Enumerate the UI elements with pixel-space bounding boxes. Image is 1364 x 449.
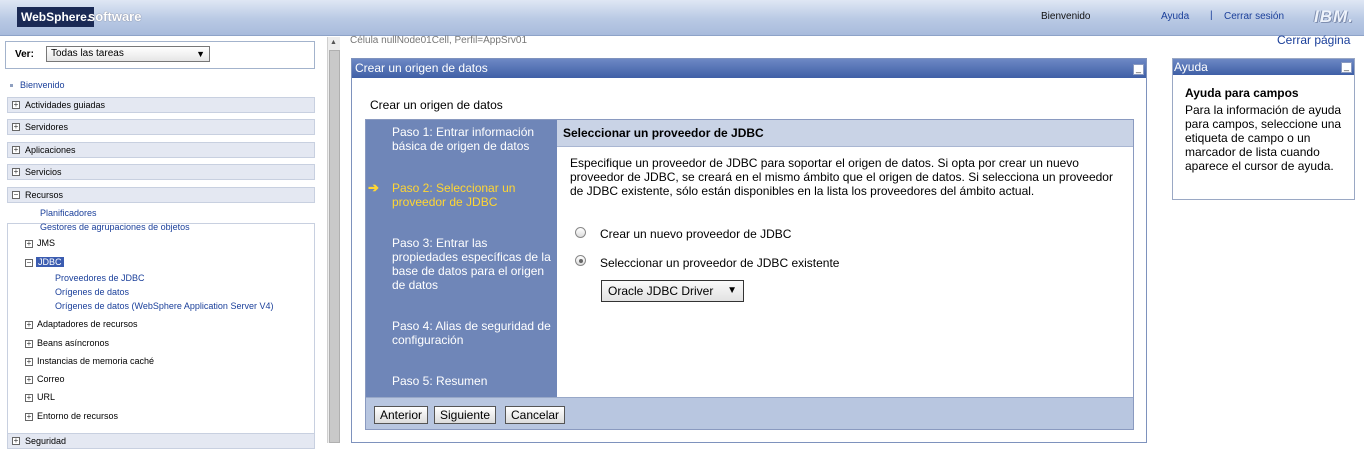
nav-category-label: Servicios: [25, 167, 62, 177]
wizard-button-bar: Anterior Siguiente Cancelar: [366, 397, 1133, 429]
panel-title-bar: Crear un origen de datos _: [352, 59, 1146, 78]
nav-async-beans[interactable]: Beans asíncronos: [37, 338, 109, 348]
dropdown-arrow-icon: ▼: [196, 49, 205, 59]
step-description: Especifique un proveedor de JDBC para so…: [570, 156, 1113, 198]
radio-existing-provider[interactable]: [575, 255, 586, 266]
breadcrumb: Célula nullNode01Cell, Perfil=AppSrv01: [350, 35, 528, 46]
view-filter: Ver: Todas las tareas ▼: [5, 41, 315, 69]
plus-box-icon[interactable]: +: [12, 437, 20, 445]
navigation-tree: Ver: Todas las tareas ▼ Bienvenido + Acti…: [0, 37, 327, 449]
wizard-heading: Crear un origen de datos: [370, 98, 503, 112]
nav-applications[interactable]: + Aplicaciones: [7, 142, 315, 158]
nav-servers[interactable]: + Servidores: [7, 119, 315, 135]
help-heading: Ayuda para campos: [1185, 86, 1299, 100]
minus-box-icon[interactable]: −: [25, 259, 33, 267]
nav-category-label: Aplicaciones: [25, 145, 76, 155]
header-separator: |: [1210, 10, 1213, 21]
bullet-icon: [10, 84, 13, 88]
wizard-step-4[interactable]: Paso 4: Alias de seguridad de configurac…: [392, 319, 552, 347]
plus-box-icon[interactable]: +: [25, 240, 33, 248]
minimize-icon[interactable]: _: [1133, 64, 1144, 75]
nav-jdbc[interactable]: JDBC: [36, 257, 64, 267]
radio-existing-provider-label[interactable]: Seleccionar un proveedor de JDBC existen…: [600, 256, 839, 270]
nav-cache-instances[interactable]: Instancias de memoria caché: [37, 356, 154, 366]
cancel-button[interactable]: Cancelar: [505, 406, 566, 424]
wizard-steps: ➔ Paso 1: Entrar información básica de o…: [366, 120, 557, 397]
nav-welcome-link[interactable]: Bienvenido: [10, 80, 65, 90]
view-select-value: Todas las tareas: [51, 48, 124, 59]
view-label: Ver:: [15, 49, 34, 60]
help-panel: Ayuda _ Ayuda para campos Para la inform…: [1172, 58, 1355, 200]
plus-box-icon[interactable]: +: [25, 376, 33, 384]
help-panel-title-bar: Ayuda _: [1173, 59, 1354, 75]
nav-category-label: Seguridad: [25, 436, 67, 446]
radio-new-provider-label[interactable]: Crear un nuevo proveedor de JDBC: [600, 227, 791, 241]
ibm-logo: IBM.: [1314, 7, 1354, 26]
wizard-step-5[interactable]: Paso 5: Resumen: [392, 374, 552, 388]
nav-resources-group: [7, 223, 315, 438]
dropdown-arrow-icon: ▼: [727, 285, 737, 296]
wizard: ➔ Paso 1: Entrar información básica de o…: [365, 119, 1134, 430]
view-select[interactable]: Todas las tareas ▼: [46, 46, 210, 62]
nav-url[interactable]: URL: [37, 392, 55, 402]
nav-jms[interactable]: JMS: [37, 238, 55, 248]
minus-box-icon[interactable]: −: [12, 191, 20, 199]
top-banner: WebSphere. software Bienvenido Ayuda | C…: [0, 0, 1364, 36]
plus-box-icon[interactable]: +: [25, 394, 33, 402]
logout-link[interactable]: Cerrar sesión: [1224, 11, 1284, 22]
nav-resources[interactable]: − Recursos: [7, 187, 315, 203]
nav-resource-adapters[interactable]: Adaptadores de recursos: [37, 319, 138, 329]
nav-data-sources[interactable]: Orígenes de datos: [55, 287, 129, 297]
nav-jdbc-providers[interactable]: Proveedores de JDBC: [55, 273, 145, 283]
nav-category-label: Actividades guiadas: [25, 100, 106, 110]
plus-box-icon[interactable]: +: [12, 123, 20, 131]
plus-box-icon[interactable]: +: [25, 340, 33, 348]
websphere-logo: WebSphere.: [17, 7, 95, 27]
help-panel-title: Ayuda: [1174, 60, 1208, 74]
help-link[interactable]: Ayuda: [1161, 11, 1189, 22]
previous-button[interactable]: Anterior: [374, 406, 429, 424]
close-page-link[interactable]: Cerrar página: [1277, 33, 1350, 47]
nav-services[interactable]: + Servicios: [7, 164, 315, 180]
jdbc-provider-select[interactable]: Oracle JDBC Driver ▼: [601, 280, 744, 302]
plus-box-icon[interactable]: +: [12, 146, 20, 154]
nav-category-label: Recursos: [25, 190, 64, 200]
scroll-thumb[interactable]: [329, 50, 340, 443]
plus-box-icon[interactable]: +: [12, 168, 20, 176]
plus-box-icon[interactable]: +: [25, 321, 33, 329]
minimize-icon[interactable]: _: [1341, 62, 1352, 73]
nav-category-label: Servidores: [25, 122, 69, 132]
nav-resource-environment[interactable]: Entorno de recursos: [37, 411, 118, 421]
plus-box-icon[interactable]: +: [25, 358, 33, 366]
jdbc-provider-select-value: Oracle JDBC Driver: [608, 284, 714, 298]
welcome-text: Bienvenido: [1041, 11, 1091, 22]
radio-new-provider[interactable]: [575, 227, 586, 238]
plus-box-icon[interactable]: +: [12, 101, 20, 109]
nav-object-pool-managers[interactable]: Gestores de agrupaciones de objetos: [40, 222, 190, 232]
scroll-up-icon[interactable]: ▲: [330, 39, 337, 46]
wizard-step-2: Paso 2: Seleccionar un proveedor de JDBC: [392, 181, 516, 209]
nav-mail[interactable]: Correo: [37, 374, 65, 384]
arrow-right-icon: ➔: [368, 180, 379, 195]
nav-security[interactable]: + Seguridad: [7, 433, 315, 449]
step-title: Seleccionar un proveedor de JDBC: [557, 120, 1133, 147]
plus-box-icon[interactable]: +: [25, 413, 33, 421]
nav-guided-activities[interactable]: + Actividades guiadas: [7, 97, 315, 113]
next-button[interactable]: Siguiente: [434, 406, 497, 424]
panel-title: Crear un origen de datos: [355, 61, 488, 75]
wizard-step-1[interactable]: Paso 1: Entrar información básica de ori…: [392, 125, 552, 153]
nav-data-sources-v4[interactable]: Orígenes de datos (WebSphere Application…: [55, 301, 273, 311]
nav-welcome-label: Bienvenido: [20, 80, 65, 90]
nav-scrollbar[interactable]: ▲: [327, 37, 340, 443]
help-text: Para la información de ayuda para campos…: [1185, 103, 1342, 173]
wizard-step-3[interactable]: Paso 3: Entrar las propiedades específic…: [392, 236, 552, 292]
nav-schedulers[interactable]: Planificadores: [40, 208, 97, 218]
websphere-software-label: software: [88, 9, 142, 24]
